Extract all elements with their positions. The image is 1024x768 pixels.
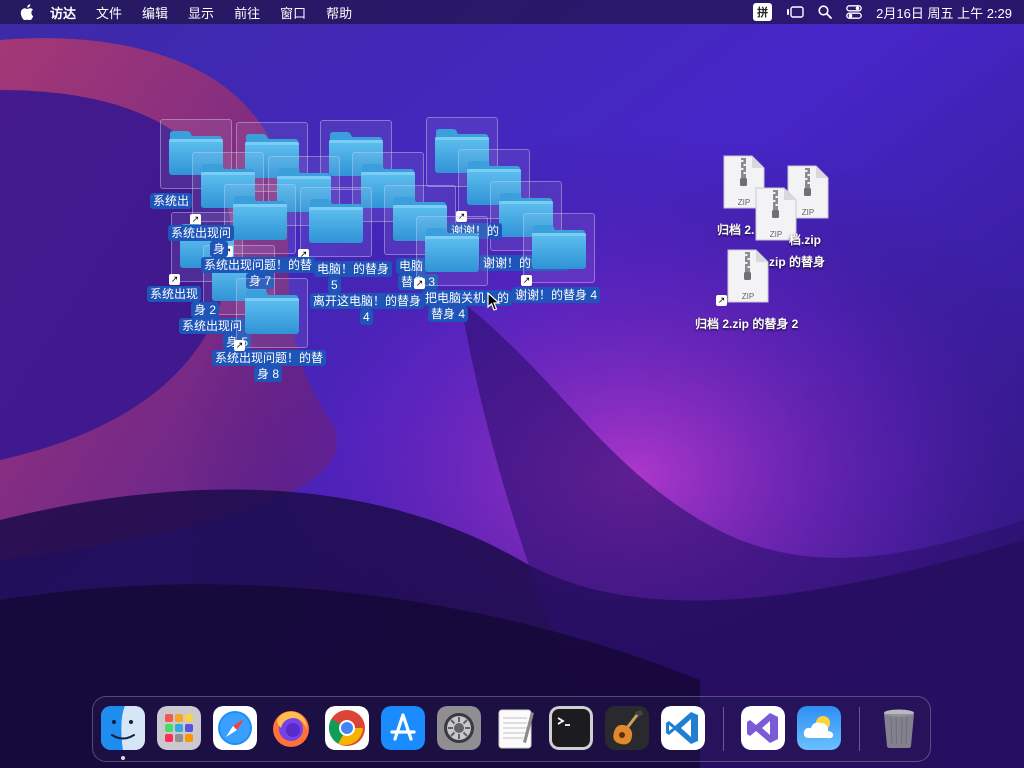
dock-weather[interactable]	[797, 706, 841, 750]
stage-manager-icon[interactable]	[786, 5, 804, 19]
file-name-label: 系统出	[150, 193, 193, 209]
terminal-icon	[549, 706, 593, 750]
menu-window[interactable]: 窗口	[280, 3, 306, 22]
menu-bar: 访达 文件 编辑 显示 前往 窗口 帮助 拼 2月16日 周五 上午 2:29	[0, 0, 1024, 24]
dock-chrome[interactable]	[325, 706, 369, 750]
dock-terminal[interactable]	[549, 706, 593, 750]
dock-app-store[interactable]	[381, 706, 425, 750]
control-center-icon[interactable]	[846, 5, 863, 19]
menu-help[interactable]: 帮助	[326, 3, 352, 22]
textedit-icon	[498, 709, 534, 749]
folder-icon	[307, 198, 365, 244]
dock-garageband[interactable]	[605, 706, 649, 750]
file-name-label: 身 2	[191, 302, 220, 318]
dock	[92, 696, 931, 762]
folder-icon	[423, 227, 481, 273]
alias-arrow-icon: ↗	[521, 275, 532, 286]
file-name-label: 5	[328, 277, 341, 293]
folder-alias-icon[interactable]: ↗	[521, 213, 595, 286]
file-name-label: 谢谢！的替身 4	[512, 287, 601, 303]
folder-icon	[243, 289, 301, 335]
folder-alias-icon[interactable]: ↗	[298, 187, 372, 260]
file-name-label: zip 的替身	[769, 255, 825, 269]
file-name-label: 档.zip	[789, 233, 821, 247]
folder-alias-icon[interactable]: ↗	[222, 184, 296, 257]
trash-icon	[884, 709, 914, 748]
alias-arrow-icon: ↗	[716, 295, 727, 306]
spotlight-search-icon[interactable]	[818, 5, 833, 19]
dock-launchpad[interactable]	[157, 706, 201, 750]
alias-arrow-icon: ↗	[234, 340, 245, 351]
dock-finder[interactable]	[101, 706, 145, 750]
file-name-label: 系统出现问	[168, 225, 235, 241]
finder-icon	[101, 706, 145, 750]
menu-go[interactable]: 前往	[234, 3, 260, 22]
dock-safari[interactable]	[213, 706, 257, 750]
guitar-icon	[605, 706, 649, 750]
dock-firefox[interactable]	[269, 706, 313, 750]
file-name-label: 归档 2.zip 的替身 2	[695, 317, 799, 331]
file-name-label: 身	[210, 241, 229, 257]
vscode-icon	[661, 706, 705, 750]
app-store-icon	[381, 706, 425, 750]
launchpad-icon	[157, 706, 201, 750]
weather-cloud-icon	[797, 706, 841, 750]
file-name-label: 系统出现问题！的替	[212, 350, 327, 366]
menu-edit[interactable]: 编辑	[142, 3, 168, 22]
dock-separator	[723, 707, 724, 751]
file-name-label: 系统出现问题！的替	[201, 257, 316, 273]
file-name-label: 4	[360, 309, 373, 325]
file-name-label: 身 8	[254, 366, 283, 382]
folder-icon	[530, 224, 588, 270]
mouse-pointer-icon	[487, 292, 501, 311]
zip-alias-icon[interactable]: ZIP ↗	[716, 248, 770, 306]
alias-arrow-icon: ↗	[414, 278, 425, 289]
visual-studio-icon	[741, 706, 785, 750]
file-name-label: 归档 2.	[717, 223, 755, 237]
dock-separator	[859, 707, 860, 751]
menu-app-name[interactable]: 访达	[50, 3, 76, 22]
chrome-icon	[325, 706, 369, 750]
running-indicator	[121, 756, 125, 760]
zip-badge-text: ZIP	[741, 292, 755, 301]
dock-vscode[interactable]	[661, 706, 705, 750]
menu-file[interactable]: 文件	[96, 3, 122, 22]
file-name-label: 替身 4	[428, 306, 469, 322]
folder-alias-icon[interactable]: ↗	[414, 216, 488, 289]
desktop-wallpaper	[0, 0, 1024, 768]
folder-alias-icon[interactable]: ↗	[234, 278, 308, 351]
file-name-label: 电脑！的替身	[314, 261, 393, 277]
settings-gear-icon	[437, 706, 481, 750]
safari-icon	[213, 706, 257, 750]
menu-clock[interactable]: 2月16日 周五 上午 2:29	[876, 3, 1012, 22]
input-method-indicator[interactable]: 拼	[753, 3, 773, 21]
dock-visual-studio[interactable]	[741, 706, 785, 750]
firefox-icon	[273, 711, 309, 747]
file-name-label: 系统出现	[147, 286, 202, 302]
folder-icon	[231, 195, 289, 241]
alias-arrow-icon: ↗	[169, 274, 180, 285]
dock-trash[interactable]	[877, 706, 921, 750]
file-name-label: 离开这电脑！的替身	[310, 293, 425, 309]
apple-menu-icon[interactable]	[18, 3, 36, 21]
dock-system-settings[interactable]	[437, 706, 481, 750]
menu-view[interactable]: 显示	[188, 3, 214, 22]
dock-textedit[interactable]	[493, 706, 537, 750]
